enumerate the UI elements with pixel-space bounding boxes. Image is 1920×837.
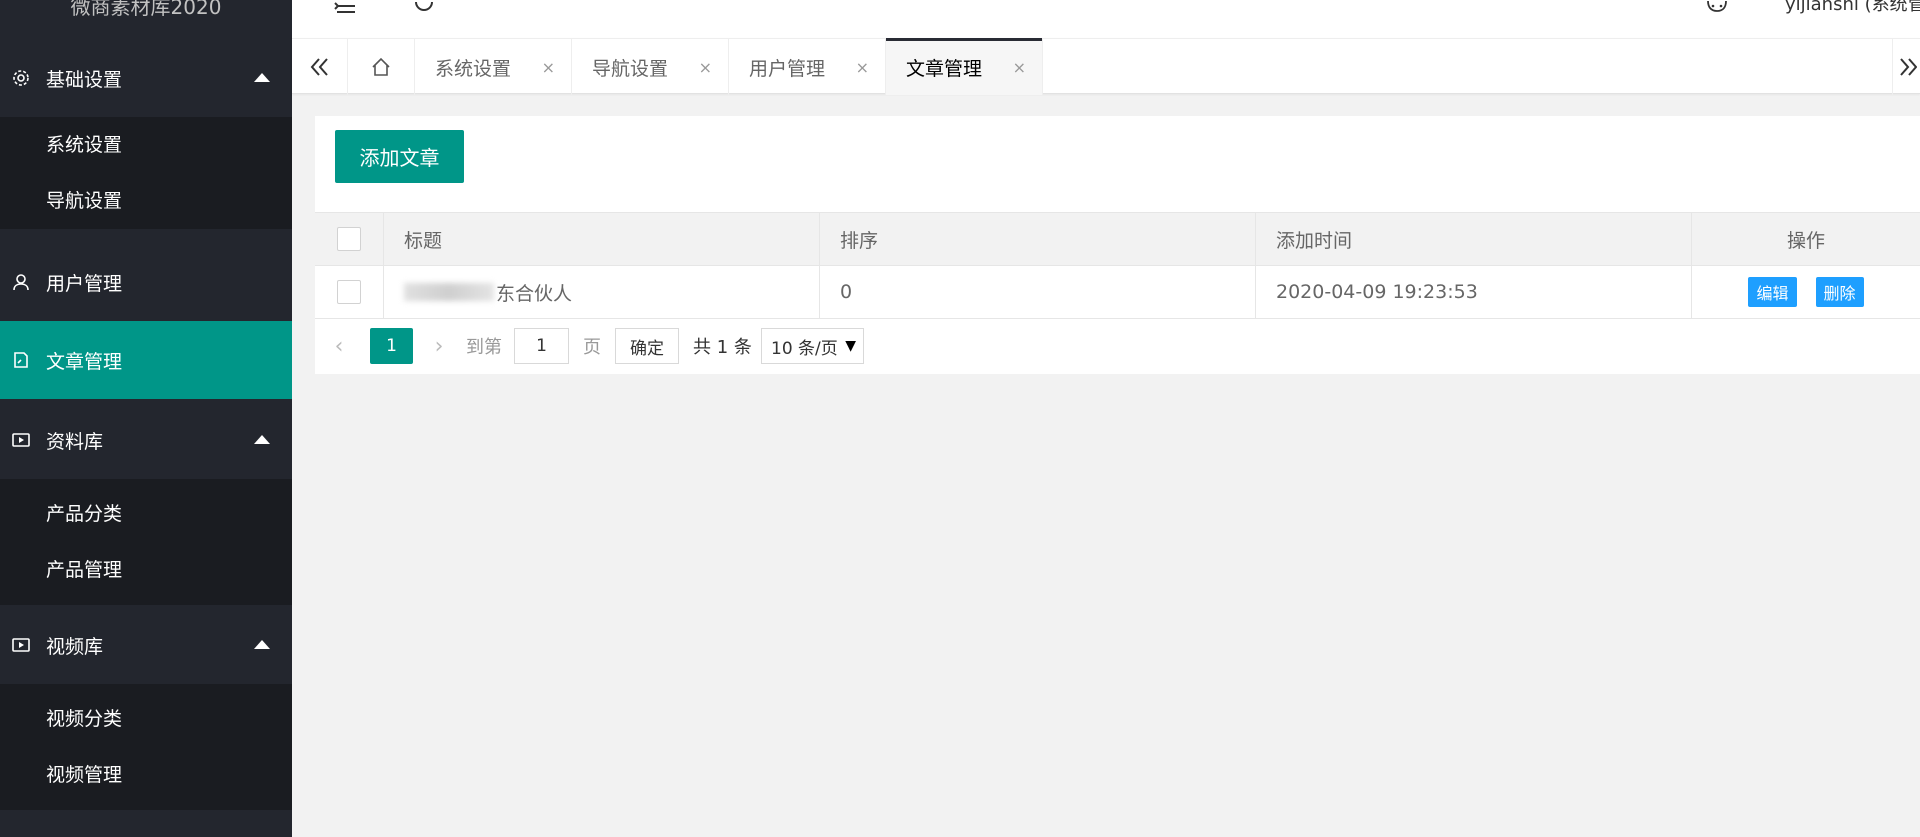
table-row: 东合伙人 0 2020-04-09 19:23:53 编辑 删除	[315, 266, 1920, 319]
header-checkbox-cell	[315, 213, 384, 265]
caret-up-icon	[254, 435, 270, 444]
column-header-sort[interactable]: 排序	[820, 213, 1256, 265]
menu-basic-settings[interactable]: 基础设置	[0, 39, 292, 117]
next-page-button[interactable]: ›	[424, 328, 454, 364]
page-unit-label: 页	[583, 337, 601, 358]
delete-button[interactable]: 删除	[1815, 277, 1864, 307]
sidebar-item-video-management[interactable]: 视频管理	[0, 747, 292, 803]
sidebar-item-product-management[interactable]: 产品管理	[0, 542, 292, 598]
page-size-select[interactable]: 10 条/页 ▼	[761, 328, 864, 364]
user-icon	[10, 271, 32, 293]
close-icon[interactable]: ×	[699, 58, 712, 77]
goto-page-input[interactable]	[514, 328, 569, 364]
tab-bar: 系统设置 × 导航设置 × 用户管理 × 文章管理 ×	[292, 38, 1920, 95]
tab-label: 系统设置	[435, 57, 512, 80]
double-chevron-right-icon	[1899, 58, 1917, 76]
menu-label: 用户管理	[46, 272, 123, 295]
cell-title: 东合伙人	[384, 266, 820, 318]
tab-nav-settings[interactable]: 导航设置 ×	[572, 39, 729, 95]
app-logo: 微商素材库2020	[70, 0, 222, 19]
double-chevron-left-icon	[310, 58, 328, 76]
tab-label: 导航设置	[592, 57, 669, 80]
blurred-text	[404, 283, 494, 301]
menu-label: 资料库	[46, 430, 104, 453]
sidebar-item-system-settings[interactable]: 系统设置	[0, 117, 292, 173]
tab-article-management[interactable]: 文章管理 ×	[886, 38, 1043, 95]
close-icon[interactable]: ×	[542, 58, 555, 77]
caret-up-icon	[254, 73, 270, 82]
play-icon	[10, 634, 32, 656]
menu-label: 文章管理	[46, 350, 123, 373]
sidebar: 微商素材库2020 基础设置 系统设置 导航设置 用户管理 文章管理 资料库 产…	[0, 0, 292, 837]
top-header: yijianshi (系统管	[292, 0, 1920, 38]
close-icon[interactable]: ×	[1013, 58, 1026, 77]
tabs-next-button[interactable]	[1892, 39, 1920, 95]
current-page[interactable]: 1	[370, 328, 413, 364]
prev-page-button[interactable]: ‹	[324, 328, 354, 364]
caret-up-icon	[254, 640, 270, 649]
tab-system-settings[interactable]: 系统设置 ×	[415, 39, 572, 95]
article-table: 标题 排序 添加时间 操作 东合伙人 0 2020-04-09 19:23:53…	[315, 212, 1920, 319]
pagination: ‹ 1 › 到第 页 确定 共 1 条 10 条/页 ▼	[315, 319, 1920, 373]
sidebar-item-nav-settings[interactable]: 导航设置	[0, 173, 292, 229]
refresh-icon[interactable]	[412, 0, 436, 14]
dropdown-arrow-icon: ▼	[845, 338, 856, 354]
page-size-value: 10 条/页	[771, 338, 838, 359]
tab-user-management[interactable]: 用户管理 ×	[729, 39, 886, 95]
cell-time: 2020-04-09 19:23:53	[1256, 266, 1692, 318]
table-header-row: 标题 排序 添加时间 操作	[315, 213, 1920, 266]
total-count: 共 1 条	[693, 337, 752, 358]
cell-sort: 0	[820, 266, 1256, 318]
goto-confirm-button[interactable]: 确定	[615, 328, 679, 364]
home-tab[interactable]	[348, 39, 415, 95]
column-header-actions: 操作	[1786, 229, 1825, 252]
tab-label: 文章管理	[906, 57, 983, 80]
tabs-prev-button[interactable]	[292, 39, 348, 95]
title-text: 东合伙人	[496, 282, 573, 305]
menu-label: 基础设置	[46, 68, 123, 91]
column-header-time[interactable]: 添加时间	[1256, 213, 1692, 265]
cell-actions: 编辑 删除	[1692, 266, 1920, 318]
tab-label: 用户管理	[749, 57, 826, 80]
sidebar-item-product-category[interactable]: 产品分类	[0, 486, 292, 542]
menu-library[interactable]: 资料库	[0, 401, 292, 479]
user-name[interactable]: yijianshi (系统管	[1785, 0, 1920, 16]
content-card: 添加文章 标题 排序 添加时间 操作 东合伙人 0 2020-04-09 19:…	[315, 116, 1920, 374]
menu-toggle-icon[interactable]	[332, 0, 358, 14]
gear-icon	[10, 67, 32, 89]
submenu-video: 视频分类 视频管理	[0, 684, 292, 810]
menu-user-management[interactable]: 用户管理	[0, 243, 292, 321]
add-article-button[interactable]: 添加文章	[335, 130, 464, 183]
submenu-library: 产品分类 产品管理	[0, 479, 292, 605]
edit-button[interactable]: 编辑	[1748, 277, 1797, 307]
goto-label: 到第	[466, 337, 502, 358]
sidebar-item-video-category[interactable]: 视频分类	[0, 691, 292, 747]
play-icon	[10, 429, 32, 451]
select-all-checkbox[interactable]	[337, 227, 361, 251]
home-icon	[372, 57, 390, 76]
submenu-basic: 系统设置 导航设置	[0, 117, 292, 229]
menu-video-library[interactable]: 视频库	[0, 606, 292, 684]
menu-article-management[interactable]: 文章管理	[0, 321, 292, 399]
document-icon	[10, 349, 32, 371]
close-icon[interactable]: ×	[856, 58, 869, 77]
row-checkbox[interactable]	[337, 280, 361, 304]
column-header-title[interactable]: 标题	[384, 213, 820, 265]
gamepad-icon[interactable]	[1704, 0, 1730, 14]
row-checkbox-cell	[315, 266, 384, 318]
menu-label: 视频库	[46, 635, 104, 658]
